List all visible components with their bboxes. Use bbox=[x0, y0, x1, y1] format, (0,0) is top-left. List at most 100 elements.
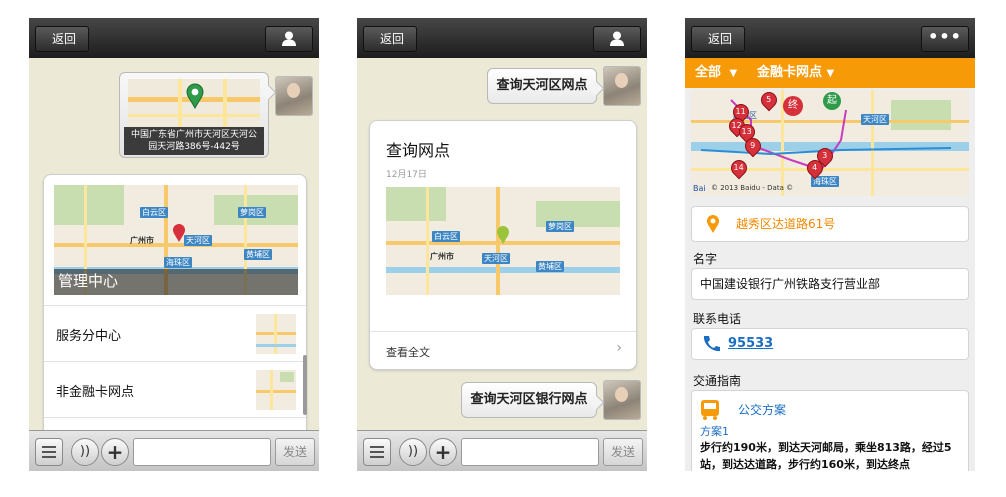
voice-button[interactable]: )) bbox=[71, 438, 99, 466]
location-pin-icon bbox=[186, 83, 204, 109]
message-input[interactable] bbox=[133, 438, 271, 466]
list-icon bbox=[370, 446, 384, 458]
avatar[interactable] bbox=[275, 76, 313, 116]
chevron-down-icon: ▼ bbox=[826, 68, 835, 79]
map-pin[interactable]: 9 bbox=[746, 140, 760, 151]
filter-all-label: 全部 bbox=[695, 65, 722, 80]
map-pin[interactable]: 4 bbox=[808, 162, 822, 173]
start-pin[interactable]: 起 bbox=[823, 92, 841, 110]
card-date: 12月17日 bbox=[386, 170, 427, 180]
location-caption: 中国广东省广州市天河区天河公园天河路386号-442号 bbox=[124, 127, 264, 155]
location-map bbox=[128, 79, 260, 127]
location-pin-icon bbox=[173, 224, 185, 242]
phone-screen-query: 返回 查询天河区网点 查询网点 12月17日 白云区 萝岗区 广州市 天河区 黄… bbox=[357, 18, 647, 471]
name-field: 中国建设银行广州铁路支行营业部 bbox=[691, 268, 969, 300]
list-icon bbox=[42, 446, 56, 458]
back-button[interactable]: 返回 bbox=[363, 26, 418, 52]
map-label: 天河区 bbox=[482, 253, 510, 264]
filter-bar: 全部 ▼ 金融卡网点 ▼ bbox=[685, 58, 975, 88]
top-bar: 返回 bbox=[357, 18, 647, 58]
article-card[interactable]: 白云区 萝岗区 广州市 天河区 黄埔区 海珠区 管理中心 服务分中心 非金融卡网… bbox=[43, 174, 307, 471]
map-label: 天河区 bbox=[184, 235, 212, 246]
map-label: 广州市 bbox=[430, 252, 454, 261]
map-pin[interactable]: 5 bbox=[762, 94, 776, 105]
list-item-label: 服务分中心 bbox=[56, 329, 122, 344]
filter-all-dropdown[interactable]: 全部 ▼ bbox=[695, 58, 737, 88]
phone-field[interactable]: 95533 bbox=[691, 328, 969, 360]
plus-icon: + bbox=[434, 440, 452, 464]
plus-icon: + bbox=[106, 440, 124, 464]
phone-screen-location: 返回 中国广东省广州市天河区天河公园天河路386号-442号 白云区 萝岗区 广… bbox=[29, 18, 319, 471]
card-title: 管理中心 bbox=[58, 272, 119, 290]
location-message[interactable]: 中国广东省广州市天河区天河公园天河路386号-442号 bbox=[119, 72, 269, 158]
map-label: 广州市 bbox=[130, 236, 154, 245]
location-icon bbox=[707, 215, 719, 233]
map-label: 海珠区 bbox=[164, 257, 192, 268]
back-button[interactable]: 返回 bbox=[35, 26, 90, 52]
profile-button[interactable] bbox=[265, 26, 313, 52]
read-more-label: 查看全文 bbox=[386, 346, 430, 359]
transit-panel: 公交方案 方案1 步行约190米，到达天河邮局，乘坐813路，经过5站，到达达道… bbox=[691, 390, 969, 471]
map-pin[interactable]: 11 bbox=[734, 106, 748, 117]
avatar[interactable] bbox=[603, 380, 641, 420]
message-input[interactable] bbox=[461, 438, 599, 466]
map-label: 天河区 bbox=[861, 114, 889, 125]
list-item[interactable]: 服务分中心 bbox=[44, 305, 306, 362]
map-pin[interactable]: 14 bbox=[732, 162, 746, 173]
map-pin[interactable]: 3 bbox=[818, 150, 832, 161]
map-label: 萝岗区 bbox=[546, 221, 574, 232]
input-bar: )) + 发送 bbox=[357, 430, 647, 471]
card-map: 白云区 萝岗区 广州市 天河区 黄埔区 海珠区 管理中心 bbox=[54, 185, 298, 295]
more-icon: ••• bbox=[928, 27, 962, 46]
back-button[interactable]: 返回 bbox=[691, 26, 746, 52]
route-text: 步行约190米，到达天河邮局，乘坐813路，经过5站，到达达道路，步行约160米… bbox=[700, 441, 952, 471]
route-map[interactable]: 天河区 海珠区 越秀区 5 终 起 11 12 13 9 3 4 14 Bai … bbox=[691, 90, 969, 196]
article-card[interactable]: 查询网点 12月17日 白云区 萝岗区 广州市 天河区 黄埔区 查看全文 › bbox=[369, 120, 637, 370]
menu-button[interactable] bbox=[35, 438, 63, 466]
top-bar: 返回 ••• bbox=[685, 18, 975, 58]
send-button[interactable]: 发送 bbox=[603, 438, 643, 466]
phone-label: 联系电话 bbox=[693, 312, 742, 326]
read-more-link[interactable]: 查看全文 › bbox=[370, 331, 636, 370]
user-icon bbox=[282, 31, 296, 46]
list-item[interactable]: 非金融卡网点 bbox=[44, 361, 306, 418]
message-bubble[interactable]: 查询天河区网点 bbox=[487, 68, 597, 104]
end-pin[interactable]: 终 bbox=[783, 96, 803, 116]
more-button[interactable]: ••• bbox=[921, 26, 969, 52]
transit-label: 交通指南 bbox=[693, 374, 742, 388]
phone-icon bbox=[703, 336, 720, 352]
plan-label[interactable]: 方案1 bbox=[700, 423, 729, 439]
top-bar: 返回 bbox=[29, 18, 319, 58]
map-label: 白云区 bbox=[432, 231, 460, 242]
menu-button[interactable] bbox=[363, 438, 391, 466]
profile-button[interactable] bbox=[593, 26, 641, 52]
map-label: 黄埔区 bbox=[536, 261, 564, 272]
message-bubble[interactable]: 查询天河区银行网点 bbox=[461, 382, 597, 418]
map-copyright: © 2013 Baidu - Data © bbox=[711, 184, 794, 192]
voice-icon: )) bbox=[79, 444, 91, 459]
map-pin[interactable]: 13 bbox=[740, 126, 754, 137]
bus-plan-title[interactable]: 公交方案 bbox=[738, 401, 786, 418]
input-bar: )) + 发送 bbox=[29, 430, 319, 471]
baidu-logo: Bai bbox=[693, 184, 706, 193]
chevron-down-icon: ▼ bbox=[729, 68, 738, 79]
send-button[interactable]: 发送 bbox=[275, 438, 315, 466]
chevron-right-icon: › bbox=[616, 340, 622, 356]
location-pin-icon bbox=[497, 226, 509, 244]
map-label: 黄埔区 bbox=[244, 249, 272, 260]
map-label: 白云区 bbox=[140, 207, 168, 218]
phone-link[interactable]: 95533 bbox=[728, 329, 773, 359]
scrollbar[interactable] bbox=[303, 355, 307, 415]
plus-button[interactable]: + bbox=[101, 438, 129, 466]
filter-type-dropdown[interactable]: 金融卡网点 ▼ bbox=[757, 58, 834, 88]
voice-icon: )) bbox=[407, 444, 419, 459]
list-item-thumbnail bbox=[256, 370, 296, 410]
address-row[interactable]: 越秀区达道路61号 bbox=[691, 206, 969, 242]
voice-button[interactable]: )) bbox=[399, 438, 427, 466]
list-item-label: 非金融卡网点 bbox=[56, 385, 135, 400]
name-value: 中国建设银行广州铁路支行营业部 bbox=[700, 277, 881, 291]
avatar[interactable] bbox=[603, 66, 641, 106]
plus-button[interactable]: + bbox=[429, 438, 457, 466]
address-text: 越秀区达道路61号 bbox=[736, 217, 836, 231]
bus-icon bbox=[701, 400, 719, 420]
